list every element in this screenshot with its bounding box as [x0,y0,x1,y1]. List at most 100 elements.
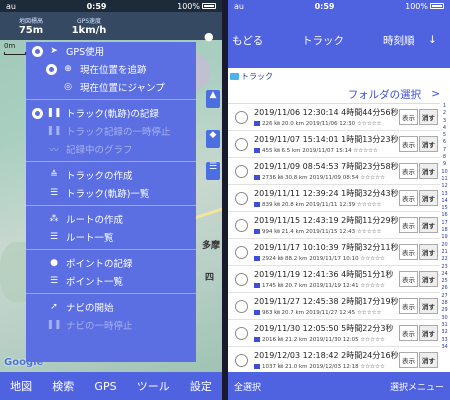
tab-tools[interactable]: ツール [137,378,170,394]
index-tick[interactable]: 8 [443,154,446,161]
index-tick[interactable]: 26 [441,285,447,292]
gps-menu-item[interactable]: ☰ トラック(軌跡)一覧 [26,184,196,202]
gps-menu-item[interactable]: ☰ ポイント一覧 [26,272,196,290]
select-radio[interactable] [235,299,248,313]
index-tick[interactable]: 23 [441,264,447,271]
index-tick[interactable]: 22 [441,256,447,263]
tab-map[interactable]: 地図 [10,378,32,394]
index-tick[interactable]: 3 [443,118,446,125]
select-radio[interactable] [235,137,248,151]
table-row[interactable]: 2019/11/19 12:41:36 4時間51分1秒 1745 ㎞ 20.7 … [228,266,440,293]
table-row[interactable]: 2019/12/03 12:18:42 2時間24分16秒 1037 ㎞ 21.0… [228,347,440,372]
index-tick[interactable]: 16 [441,212,447,219]
delete-button[interactable]: 消す [419,352,438,368]
index-tick[interactable]: 25 [441,278,447,285]
index-tick[interactable]: 4 [443,125,446,132]
index-tick[interactable]: 13 [441,191,447,198]
index-tick[interactable]: 28 [441,300,447,307]
index-tick[interactable]: 19 [441,234,447,241]
toggle-switch[interactable] [46,63,57,75]
sort-button[interactable]: 時刻順 [383,33,415,48]
delete-button[interactable]: 消す [419,217,438,233]
index-tick[interactable]: 24 [441,271,447,278]
map-menu-button[interactable]: ☰ [206,162,220,180]
select-radio[interactable] [235,272,248,286]
select-radio[interactable] [235,245,248,259]
index-tick[interactable]: 29 [441,307,447,314]
index-scrubber[interactable]: 1 2 3 4 5 6 7 8 9 10 11 12 13 14 15 16 17 18 19 20 21 22 23 24 2… [440,103,449,372]
index-tick[interactable]: 5 [443,132,446,139]
show-button[interactable]: 表示 [399,136,418,152]
tab-settings[interactable]: 設定 [190,378,212,394]
select-radio[interactable] [235,353,248,367]
index-tick[interactable]: 9 [443,161,446,168]
table-row[interactable]: 2019/11/09 08:54:53 7時間23分58秒 2736 ㎞ 30.8… [228,158,440,185]
index-tick[interactable]: 7 [443,147,446,154]
index-tick[interactable]: 17 [441,220,447,227]
index-tick[interactable]: 30 [441,315,447,322]
index-tick[interactable]: 21 [441,249,447,256]
gps-menu-item[interactable]: ⊕ 現在位置を追跡 [26,60,196,78]
gps-menu-item[interactable]: ◎ 現在位置にジャンプ [26,78,196,96]
index-tick[interactable]: 1 [443,103,446,110]
table-row[interactable]: 2019/11/06 12:30:14 4時間44分56秒 226 ㎞ 20.0 … [228,104,440,131]
delete-button[interactable]: 消す [419,109,438,125]
index-tick[interactable]: 20 [441,242,447,249]
breadcrumb[interactable]: トラック [228,70,450,82]
show-button[interactable]: 表示 [399,325,418,341]
select-radio[interactable] [235,218,248,232]
map-side-button[interactable]: ◆ [206,130,220,148]
toggle-switch[interactable] [32,107,43,119]
toggle-switch[interactable] [32,45,43,57]
delete-button[interactable]: 消す [419,190,438,206]
select-radio[interactable] [235,164,248,178]
index-tick[interactable]: 15 [441,205,447,212]
gps-menu-item[interactable]: ● ポイントの記録 [26,254,196,272]
table-row[interactable]: 2019/11/17 10:10:39 7時間32分11秒 2924 ㎞ 88.2… [228,239,440,266]
show-button[interactable]: 表示 [399,244,418,260]
select-menu-button[interactable]: 選択メニュー [390,380,444,393]
index-tick[interactable]: 27 [441,293,447,300]
map-side-button[interactable]: ▲ [206,90,220,108]
index-tick[interactable]: 32 [441,329,447,336]
sort-direction-icon[interactable]: ↓ [428,34,437,46]
table-row[interactable]: 2019/11/27 12:45:38 2時間17分19秒 963 ㎞ 20.7 … [228,293,440,320]
show-button[interactable]: 表示 [399,217,418,233]
folder-select-button[interactable]: フォルダの選択 > [228,85,450,103]
delete-button[interactable]: 消す [419,163,438,179]
tab-gps[interactable]: GPS [94,380,116,393]
select-radio[interactable] [235,110,248,124]
show-button[interactable]: 表示 [399,352,418,368]
delete-button[interactable]: 消す [419,244,438,260]
select-radio[interactable] [235,191,248,205]
table-row[interactable]: 2019/11/11 12:39:24 1時間32分43秒 839 ㎞ 20.8 … [228,185,440,212]
index-tick[interactable]: 34 [441,344,447,351]
index-tick[interactable]: 6 [443,139,446,146]
track-list[interactable]: 2019/11/06 12:30:14 4時間44分56秒 226 ㎞ 20.0 … [228,103,440,372]
index-tick[interactable]: 12 [441,183,447,190]
index-tick[interactable]: 31 [441,322,447,329]
table-row[interactable]: 2019/11/30 12:05:50 5時間22分3秒 2016 ㎞ 21.2 … [228,320,440,347]
select-radio[interactable] [235,326,248,340]
table-row[interactable]: 2019/11/15 12:43:19 2時間11分29秒 994 ㎞ 21.4 … [228,212,440,239]
show-button[interactable]: 表示 [399,190,418,206]
gps-menu-item[interactable]: ☰ ルート一覧 [26,228,196,246]
index-tick[interactable]: 18 [441,227,447,234]
show-button[interactable]: 表示 [399,163,418,179]
show-button[interactable]: 表示 [399,298,418,314]
gps-menu-item[interactable]: ➚ ナビの開始 [26,298,196,316]
select-all-button[interactable]: 全選択 [234,380,261,393]
gps-menu-item[interactable]: ➤ GPS使用 [26,42,196,60]
table-row[interactable]: 2019/11/07 15:14:01 1時間13分23秒 455 ㎞ 6.5 k… [228,131,440,158]
index-tick[interactable]: 2 [443,110,446,117]
show-button[interactable]: 表示 [399,109,418,125]
index-tick[interactable]: 14 [441,198,447,205]
back-button[interactable]: もどる [232,33,263,48]
index-tick[interactable]: 11 [441,176,447,183]
gps-menu-item[interactable]: ❚❚ トラック(軌跡)の記録 [26,104,196,122]
delete-button[interactable]: 消す [419,271,438,287]
delete-button[interactable]: 消す [419,298,438,314]
index-tick[interactable]: 33 [441,337,447,344]
delete-button[interactable]: 消す [419,325,438,341]
gps-menu-item[interactable]: ⁂ ルートの作成 [26,210,196,228]
